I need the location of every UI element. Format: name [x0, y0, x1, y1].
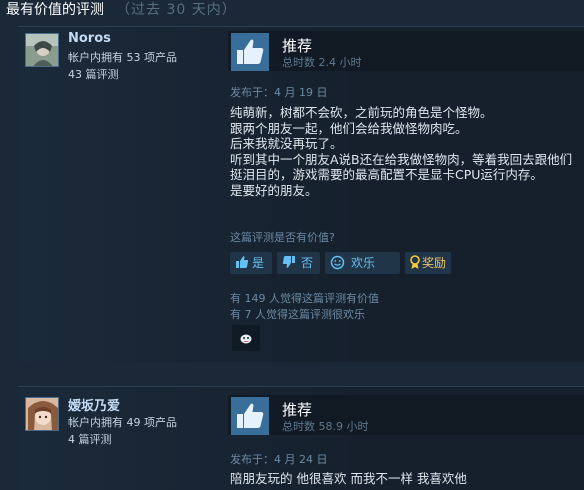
- avatar[interactable]: [25, 33, 59, 67]
- award-badge-icon: [240, 334, 252, 344]
- author-name[interactable]: 嫒坂乃爱: [68, 395, 120, 414]
- thumbs-up-icon: [231, 33, 269, 71]
- posted-date: 发布于：4 月 19 日: [230, 86, 328, 99]
- section-header: 最有价值的评测 （过去 30 天内）: [6, 0, 237, 22]
- award-badge[interactable]: [232, 325, 260, 351]
- review-line: 纯萌新，树都不会砍，之前玩的角色是个怪物。: [230, 105, 493, 120]
- vote-header[interactable]: 推荐 总时数 58.9 小时: [228, 395, 584, 435]
- thumbs-up-icon: [231, 397, 269, 435]
- smiley-icon: [330, 255, 345, 270]
- playtime: 总时数 2.4 小时: [282, 56, 362, 69]
- review-card: Noros 帐户内拥有 53 项产品 43 篇评测 推荐 总时数 2.4 小时 …: [18, 26, 584, 362]
- review-count-link[interactable]: 43 篇评测: [68, 66, 119, 82]
- review-line: 后来我就没再玩了。: [230, 136, 343, 151]
- avatar[interactable]: [25, 397, 59, 431]
- vote-no-button[interactable]: 否: [277, 252, 320, 274]
- review-line: 是要好的朋友。: [230, 182, 318, 198]
- vote-header[interactable]: 推荐 总时数 2.4 小时: [228, 31, 584, 71]
- owned-products: 帐户内拥有 49 项产品: [68, 416, 177, 429]
- review-body: 纯萌新，树都不会砍，之前玩的角色是个怪物。 跟两个朋友一起，他们会给我做怪物肉吃…: [230, 105, 572, 198]
- review-line: 听到其中一个朋友A说B还在给我做怪物肉，等着我回去跟他们: [230, 151, 573, 167]
- vote-yes-button[interactable]: 是: [230, 252, 272, 274]
- helpful-stat: 有 149 人觉得这篇评测有价值: [230, 292, 379, 305]
- playtime: 总时数 58.9 小时: [282, 420, 369, 433]
- award-label: 奖励: [422, 256, 447, 270]
- review-body: 陪朋友玩的 他很喜欢 而我不一样 我喜欢他: [230, 471, 467, 487]
- review-line: 挺泪目的，游戏需要的最高配置不是显卡CPU运行内存。: [230, 167, 543, 182]
- helpful-question: 这篇评测是否有价值?: [230, 231, 335, 244]
- review-line: 跟两个朋友一起，他们会给我做怪物肉吃。: [230, 120, 468, 136]
- thumbs-down-icon: [282, 256, 295, 268]
- author-name[interactable]: Noros: [68, 31, 111, 46]
- section-title: 最有价值的评测: [6, 2, 104, 18]
- section-period: （过去 30 天内）: [116, 2, 237, 18]
- award-icon: [410, 255, 420, 269]
- vote-funny-button[interactable]: 欢乐: [325, 252, 400, 274]
- funny-stat: 有 7 人觉得这篇评测很欢乐: [230, 308, 365, 321]
- thumbs-up-icon: [236, 256, 249, 268]
- vote-funny-label: 欢乐: [351, 256, 376, 270]
- review-count-link[interactable]: 4 篇评测: [68, 431, 112, 447]
- posted-date: 发布于：4 月 24 日: [230, 453, 328, 466]
- award-button[interactable]: 奖励: [405, 252, 451, 274]
- vote-yes-label: 是: [252, 256, 265, 270]
- recommendation-label: 推荐: [282, 37, 313, 55]
- vote-no-label: 否: [301, 256, 314, 270]
- owned-products: 帐户内拥有 53 项产品: [68, 51, 177, 64]
- recommendation-label: 推荐: [282, 401, 313, 419]
- review-line: 陪朋友玩的 他很喜欢 而我不一样 我喜欢他: [230, 471, 467, 486]
- review-card: 嫒坂乃爱 帐户内拥有 49 项产品 4 篇评测 推荐 总时数 58.9 小时 发…: [18, 386, 584, 490]
